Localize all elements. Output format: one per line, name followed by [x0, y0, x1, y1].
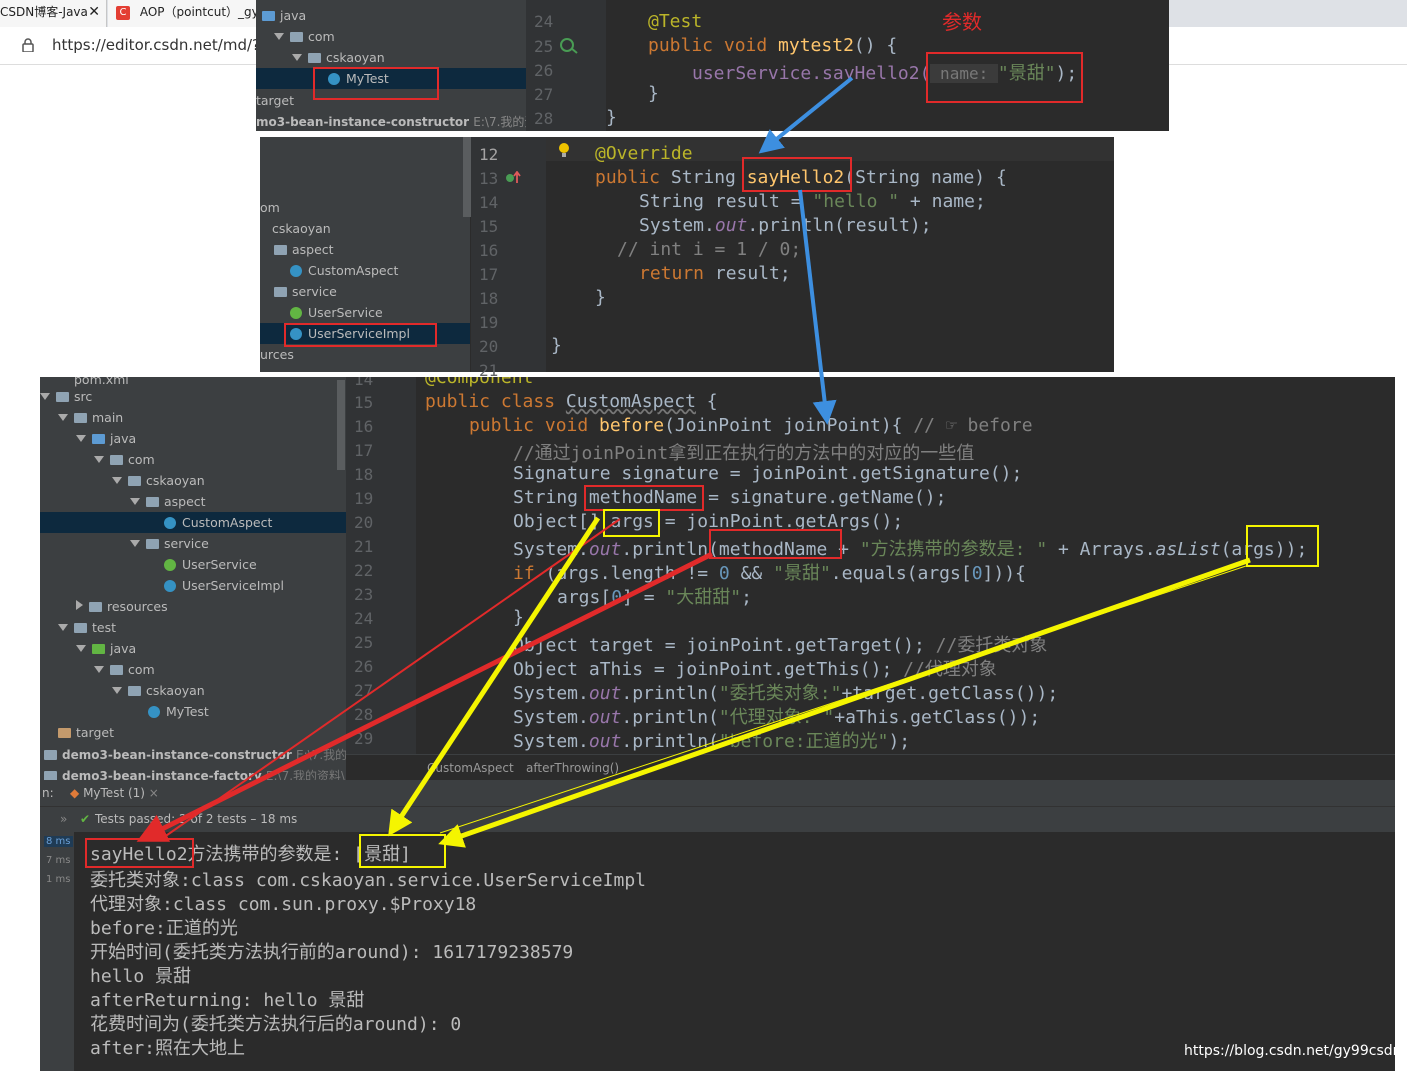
highlight-box-methodname-use — [709, 529, 842, 559]
tree-item-cskaoyan[interactable]: cskaoyan — [272, 221, 331, 236]
tree-item-module-constructor[interactable]: demo3-bean-instance-constructor E:\7.我的资… — [44, 746, 346, 763]
tree-item-module[interactable]: mo3-bean-instance-constructor E:\7.我的资料 — [256, 113, 548, 130]
highlight-box-args-decl — [603, 509, 660, 537]
tree-item-target[interactable]: target — [58, 725, 114, 740]
highlight-box-args-use — [1246, 525, 1319, 567]
project-tree-3: pom.xml src main java com cskaoyan aspec… — [40, 377, 346, 754]
tree-item-src[interactable]: src — [40, 389, 92, 404]
tree-scrollbar[interactable] — [337, 380, 345, 470]
tree-item-test-java[interactable]: java — [76, 641, 136, 656]
tree-item-test[interactable]: test — [58, 620, 116, 635]
highlight-box-console-args — [359, 834, 446, 868]
tree-item-main[interactable]: main — [58, 410, 123, 425]
tab-title: AOP（pointcut）_gy9 — [139, 5, 258, 19]
highlight-box-sayhello2 — [742, 157, 852, 192]
check-icon: ✔ — [80, 812, 91, 826]
highlight-box-mytest — [313, 67, 439, 100]
breadcrumb: CustomAspect afterThrowing() — [346, 754, 1395, 781]
tree-item-target[interactable]: target — [256, 93, 294, 108]
close-icon[interactable]: ✕ — [88, 0, 100, 25]
gutter-2: 12 13 14 15 16 17 18 19 20 21 — [471, 137, 546, 380]
run-tab[interactable]: ◆ MyTest (1) × — [70, 786, 159, 800]
browser-tab-csdn[interactable]: CSDN博客-Java ✕ — [0, 0, 107, 27]
tree-item-test-cskaoyan[interactable]: cskaoyan — [112, 683, 205, 698]
console-output[interactable]: sayHello2方法携带的参数是: [景甜] 委托类对象:class com.… — [74, 832, 1395, 1071]
highlight-box-methodname-decl — [584, 485, 704, 511]
tree-scrollbar[interactable] — [463, 137, 471, 217]
tree-item-customaspect[interactable]: CustomAspect — [290, 263, 398, 278]
run-tool-header: n: ◆ MyTest (1) × — [40, 780, 1395, 806]
run-config-icon: ◆ — [70, 786, 80, 800]
tree-item-aspect[interactable]: aspect — [130, 494, 206, 509]
code-editor-1[interactable]: @Test public void mytest2() { userServic… — [606, 0, 1169, 131]
tree-item-com[interactable]: com — [274, 29, 335, 44]
param-annotation-label: 参数 — [942, 10, 982, 34]
tree-item-aspect[interactable]: aspect — [274, 242, 334, 257]
tree-item-cskaoyan[interactable]: cskaoyan — [292, 50, 385, 65]
tree-item-pom[interactable]: pom.xml — [74, 377, 129, 387]
tree-item-mytest[interactable]: MyTest — [148, 704, 209, 719]
tree-item-userservice[interactable]: UserService — [164, 557, 257, 572]
watermark: https://blog.csdn.net/gy99csdn — [1184, 1043, 1402, 1059]
breadcrumb-class[interactable]: CustomAspect — [427, 761, 514, 775]
tree-item-resources[interactable]: urces — [260, 347, 294, 362]
highlight-box-userserviceimpl — [284, 323, 437, 347]
tab-title: CSDN博客-Java — [0, 5, 88, 19]
tree-item-customaspect[interactable]: CustomAspect — [164, 515, 272, 530]
tree-item-java[interactable]: java — [262, 8, 306, 23]
highlight-box-param — [926, 52, 1083, 103]
tree-item-service[interactable]: service — [274, 284, 337, 299]
project-tree-1: java com cskaoyan MyTest target mo3-bean… — [256, 0, 548, 131]
tree-item-com[interactable]: com — [94, 452, 155, 467]
tests-passed-text: Tests passed: 2 of 2 tests – 18 ms — [95, 812, 298, 826]
test-status-bar: » ✔ Tests passed: 2 of 2 tests – 18 ms — [40, 806, 1395, 833]
gutter-3: 14 15 16 17 18 19 20 21 22 23 24 25 26 2… — [346, 377, 416, 754]
browser-tab-aop[interactable]: C AOP（pointcut）_gy9 — [108, 0, 258, 27]
gutter-1: 24 25 26 27 28 — [526, 0, 606, 131]
run-test-icon[interactable] — [560, 38, 578, 54]
tree-item-java[interactable]: java — [76, 431, 136, 446]
project-tree-modules: demo3-bean-instance-constructor E:\7.我的资… — [40, 744, 346, 784]
tree-item-com[interactable]: om — [260, 200, 280, 215]
tree-item-test-com[interactable]: com — [94, 662, 155, 677]
tree-item-cskaoyan[interactable]: cskaoyan — [112, 473, 205, 488]
tree-item-userserviceimpl[interactable]: UserServiceImpl — [164, 578, 284, 593]
run-label: n: — [42, 786, 54, 800]
lock-icon — [22, 38, 34, 52]
test-timing-column: 8 ms 7 ms 1 ms — [40, 832, 74, 1071]
breadcrumb-method[interactable]: afterThrowing() — [526, 761, 619, 775]
tree-item-userservice[interactable]: UserService — [290, 305, 383, 320]
csdn-logo-icon: C — [116, 5, 130, 20]
implements-icon[interactable] — [505, 171, 521, 185]
expand-icon[interactable]: » — [60, 812, 67, 826]
url-text[interactable]: https://editor.csdn.net/md/?a — [52, 36, 269, 54]
highlight-box-console-method — [85, 838, 194, 868]
tree-item-resources[interactable]: resources — [76, 599, 168, 614]
tree-item-service[interactable]: service — [130, 536, 209, 551]
